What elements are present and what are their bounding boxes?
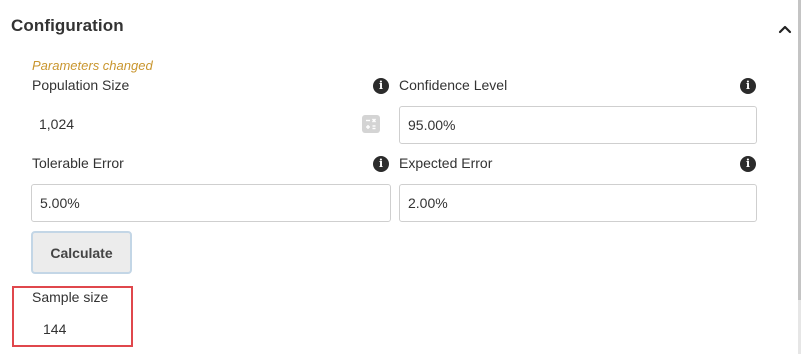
confidence-level-label: Confidence Level [399,77,508,93]
tolerable-error-info-icon[interactable]: i [373,156,389,172]
expected-error-info-icon[interactable]: i [740,156,756,172]
expected-error-label: Expected Error [399,155,493,171]
sample-size-label: Sample size [32,289,109,305]
expected-error-input[interactable] [399,184,757,222]
confidence-level-input[interactable] [399,106,757,144]
calculator-icon[interactable] [362,115,380,133]
calculate-button[interactable]: Calculate [31,231,132,274]
tolerable-error-label: Tolerable Error [32,155,124,171]
panel-title: Configuration [11,16,124,35]
confidence-level-info-icon[interactable]: i [740,78,756,94]
parameters-changed-note: Parameters changed [32,58,153,73]
population-size-value: 1,024 [39,116,75,132]
sample-size-value: 144 [43,321,67,337]
chevron-up-icon[interactable] [776,20,794,38]
population-size-label: Population Size [32,77,130,93]
tolerable-error-input[interactable] [31,184,391,222]
population-size-info-icon[interactable]: i [373,78,389,94]
